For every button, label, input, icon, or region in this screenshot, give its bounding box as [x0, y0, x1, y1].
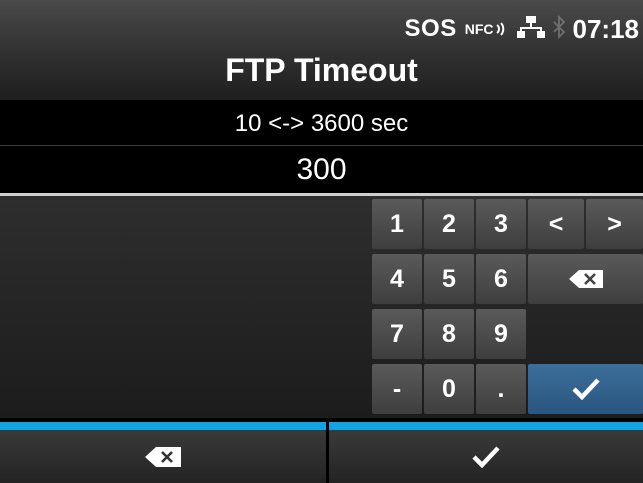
cursor-left-key[interactable]: < [528, 199, 584, 249]
clock: 07:18 [572, 13, 640, 44]
bluetooth-icon [552, 14, 565, 44]
key-8[interactable]: 8 [424, 309, 474, 359]
nfc-icon: NFC [465, 21, 509, 37]
key-minus[interactable]: - [372, 364, 422, 414]
key-3[interactable]: 3 [476, 199, 526, 249]
range-label: 10 <-> 3600 sec [0, 104, 643, 144]
ftp-timeout-screen: SOS NFC 07:18 FTP Timeout 10 <-> 3600 se… [0, 0, 643, 483]
backspace-icon [568, 270, 603, 288]
value-input[interactable]: 300 [0, 148, 643, 192]
backspace-button[interactable] [0, 422, 326, 483]
key-6[interactable]: 6 [476, 254, 526, 304]
header: SOS NFC 07:18 FTP Timeout [0, 0, 643, 100]
divider [0, 145, 643, 146]
key-2[interactable]: 2 [424, 199, 474, 249]
key-4[interactable]: 4 [372, 254, 422, 304]
network-icon [516, 15, 545, 44]
key-9[interactable]: 9 [476, 309, 526, 359]
keypad-ok-key[interactable] [528, 364, 643, 414]
checkmark-icon [571, 378, 600, 401]
key-7[interactable]: 7 [372, 309, 422, 359]
keypad: 1 2 3 < > 4 5 6 7 8 9 - 0 . [0, 196, 643, 418]
backspace-icon [145, 446, 181, 467]
sos-indicator: SOS [404, 15, 457, 42]
key-dot[interactable]: . [476, 364, 526, 414]
action-bar [0, 422, 643, 483]
key-0[interactable]: 0 [424, 364, 474, 414]
nfc-label: NFC [464, 21, 494, 37]
status-bar: SOS NFC 07:18 [405, 12, 639, 46]
key-5[interactable]: 5 [424, 254, 474, 304]
key-1[interactable]: 1 [372, 199, 422, 249]
confirm-button[interactable] [329, 422, 643, 483]
backspace-key[interactable] [528, 254, 643, 304]
checkmark-icon [472, 445, 500, 468]
cursor-right-key[interactable]: > [586, 199, 643, 249]
page-title: FTP Timeout [225, 52, 418, 88]
